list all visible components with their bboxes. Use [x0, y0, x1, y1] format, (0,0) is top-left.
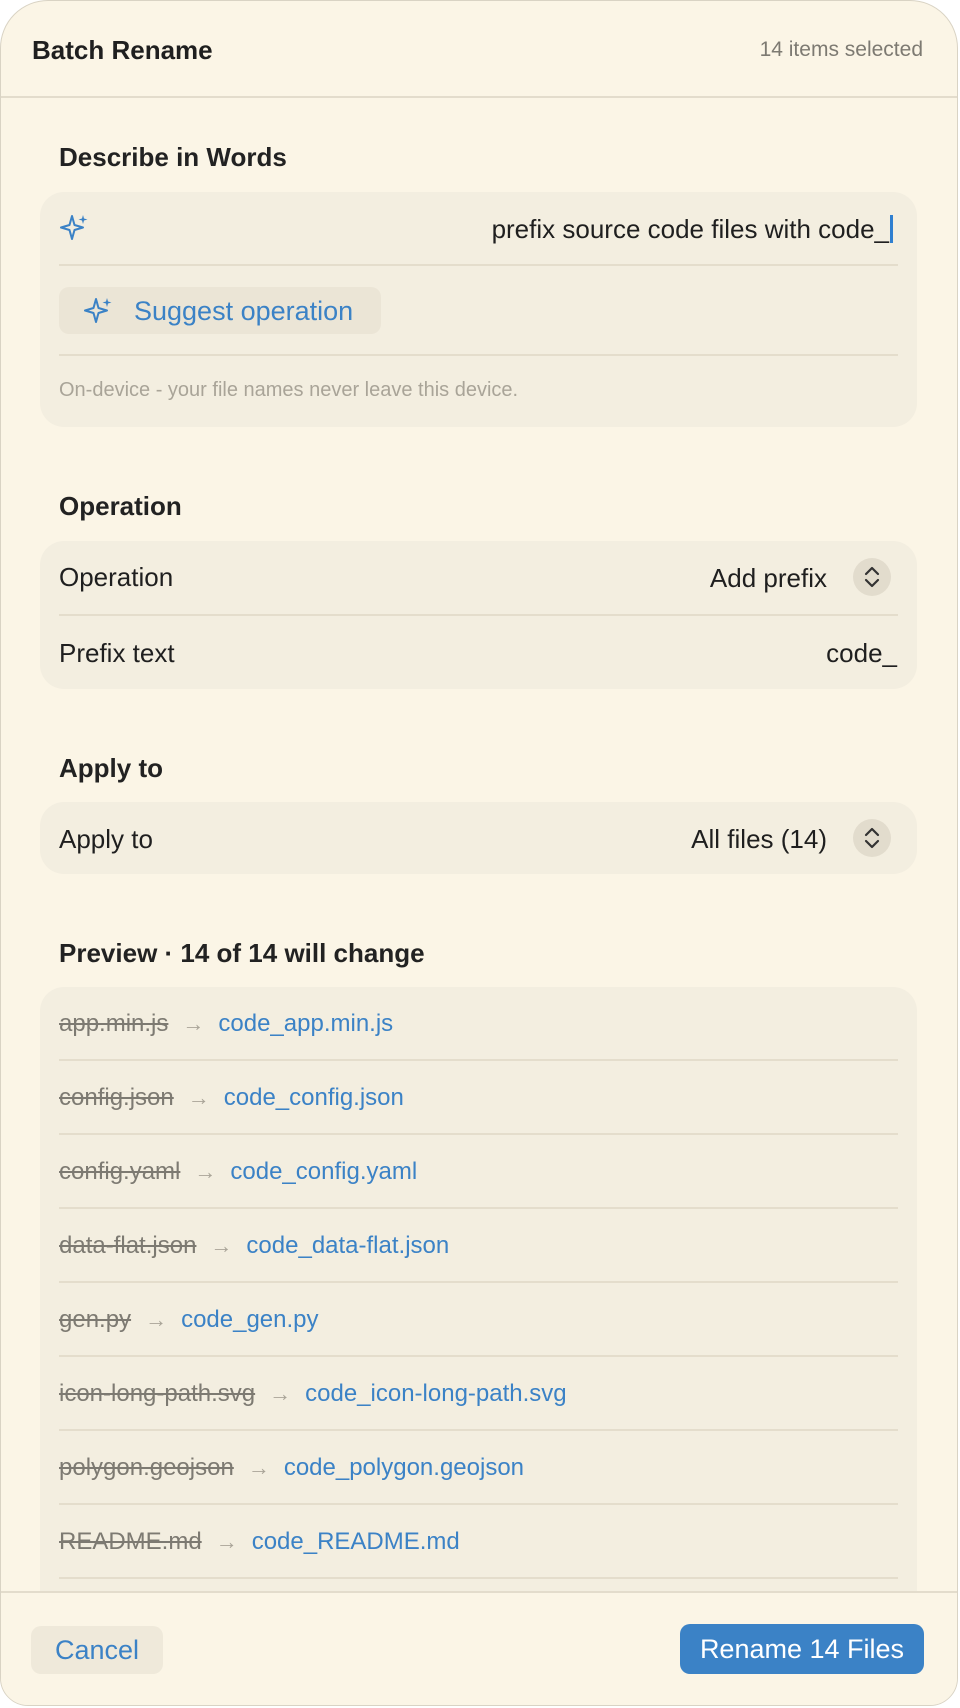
- preview-row: data-flat.json → code_data-flat.json: [59, 1209, 898, 1283]
- apply-card: Apply to All files (14): [40, 802, 917, 874]
- preview-row: README.md → code_README.md: [59, 1505, 898, 1579]
- prompt-text: prefix source code files with code_: [491, 214, 889, 244]
- sparkle-icon: [60, 215, 88, 240]
- arrow-right-icon: →: [269, 1381, 292, 1406]
- preview-row: config.json → code_config.json: [59, 1061, 898, 1135]
- chevron-up-down-icon: [864, 827, 880, 849]
- preview-row: icon-long-path.svg → code_icon-long-path.s…: [59, 1357, 898, 1431]
- dialog-footer: Cancel Rename 14 Files: [1, 1591, 957, 1705]
- arrow-right-icon: →: [145, 1307, 168, 1332]
- arrow-right-icon: →: [215, 1529, 238, 1554]
- arrow-right-icon: →: [194, 1159, 217, 1184]
- preview-list[interactable]: app.min.js → code_app.min.js config.json → c…: [40, 987, 917, 1627]
- old-filename: data-flat.json: [59, 1232, 197, 1259]
- arrow-right-icon: →: [182, 1011, 205, 1036]
- new-filename: code_polygon.geojson: [283, 1454, 525, 1481]
- old-filename: gen.py: [59, 1306, 132, 1333]
- old-filename: app.min.js: [59, 1010, 169, 1037]
- new-filename: code_gen.py: [181, 1306, 319, 1333]
- old-filename: README.md: [59, 1528, 202, 1555]
- operation-stepper[interactable]: [853, 558, 891, 596]
- apply-to-label: Apply to: [59, 824, 153, 854]
- cancel-button[interactable]: Cancel: [31, 1626, 163, 1674]
- divider: [59, 614, 898, 616]
- dialog-title: Batch Rename: [32, 35, 213, 65]
- operation-section-label: Operation: [59, 491, 182, 521]
- operation-card: Operation Add prefix Prefix text code_: [40, 541, 917, 689]
- operation-label: Operation: [59, 562, 174, 592]
- selection-count: 14 items selected: [759, 38, 923, 61]
- suggest-operation-button[interactable]: Suggest operation: [59, 287, 381, 334]
- suggest-operation-label: Suggest operation: [134, 296, 354, 326]
- sparkle-icon: [84, 298, 112, 323]
- privacy-note: On-device - your file names never leave …: [59, 379, 519, 401]
- divider: [59, 264, 898, 266]
- preview-row: app.min.js → code_app.min.js: [59, 987, 898, 1061]
- rename-files-button[interactable]: Rename 14 Files: [680, 1624, 924, 1674]
- new-filename: code_data-flat.json: [246, 1232, 450, 1259]
- new-filename: code_config.yaml: [230, 1158, 418, 1185]
- batch-rename-dialog: Batch Rename 14 items selected Describe …: [0, 0, 958, 1706]
- preview-section-label: Preview · 14 of 14 will change: [59, 938, 425, 968]
- arrow-right-icon: →: [210, 1233, 233, 1258]
- old-filename: config.json: [59, 1084, 174, 1111]
- apply-to-stepper[interactable]: [853, 819, 891, 857]
- chevron-up-down-icon: [864, 566, 880, 588]
- describe-section-label: Describe in Words: [59, 142, 287, 172]
- apply-to-select[interactable]: All files (14): [691, 824, 827, 855]
- arrow-right-icon: →: [187, 1085, 210, 1110]
- divider: [59, 354, 898, 356]
- new-filename: code_app.min.js: [218, 1010, 394, 1037]
- new-filename: code_README.md: [251, 1528, 460, 1555]
- preview-row: config.yaml → code_config.yaml: [59, 1135, 898, 1209]
- text-caret: [890, 215, 893, 243]
- old-filename: icon-long-path.svg: [59, 1380, 256, 1407]
- prefix-text-field[interactable]: code_: [826, 638, 897, 669]
- new-filename: code_icon-long-path.svg: [305, 1380, 567, 1407]
- dialog-header: Batch Rename 14 items selected: [1, 1, 957, 98]
- prefix-text-label: Prefix text: [59, 638, 175, 668]
- new-filename: code_config.json: [223, 1084, 404, 1111]
- apply-section-label: Apply to: [59, 753, 163, 783]
- preview-row: polygon.geojson → code_polygon.geojson: [59, 1431, 898, 1505]
- old-filename: config.yaml: [59, 1158, 181, 1185]
- old-filename: polygon.geojson: [59, 1454, 234, 1481]
- arrow-right-icon: →: [247, 1455, 270, 1480]
- describe-card: prefix source code files with code_ Sugg…: [40, 192, 917, 427]
- describe-input[interactable]: prefix source code files with code_: [40, 192, 917, 264]
- preview-row: gen.py → code_gen.py: [59, 1283, 898, 1357]
- operation-select[interactable]: Add prefix: [710, 563, 827, 594]
